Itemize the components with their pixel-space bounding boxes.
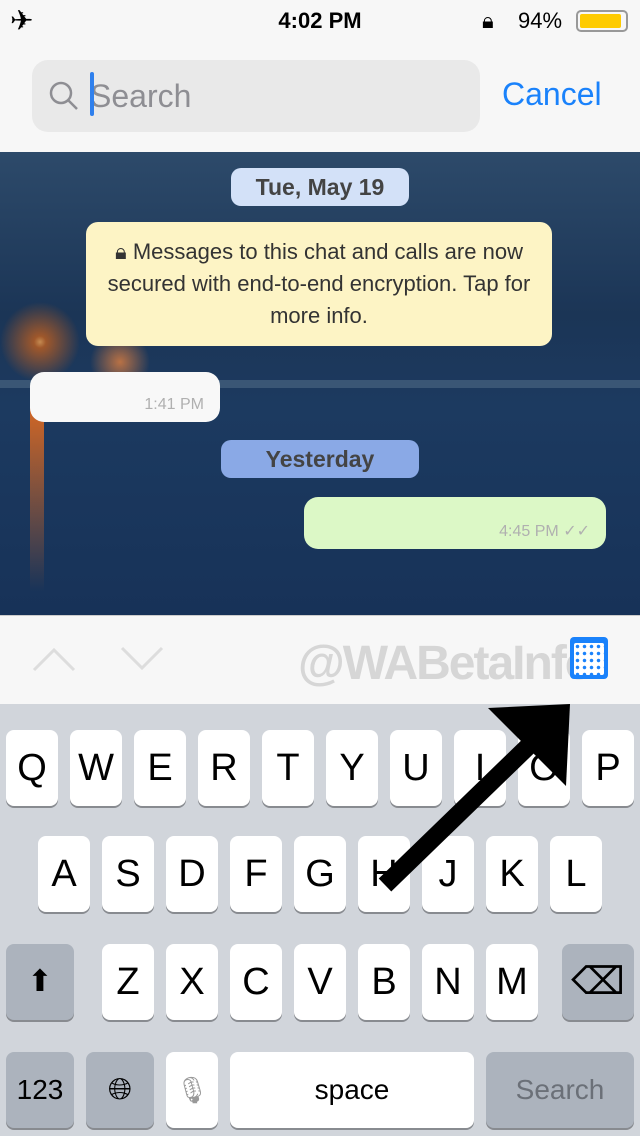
key-c[interactable]: C bbox=[230, 944, 282, 1020]
calendar-icon[interactable] bbox=[570, 637, 608, 679]
key-b[interactable]: B bbox=[358, 944, 410, 1020]
wallpaper-reflection bbox=[30, 392, 44, 592]
key-n[interactable]: N bbox=[422, 944, 474, 1020]
key-m[interactable]: M bbox=[486, 944, 538, 1020]
microphone-icon[interactable]: 🎙︎ bbox=[166, 1052, 218, 1128]
key-x[interactable]: X bbox=[166, 944, 218, 1020]
chevron-down-icon[interactable] bbox=[120, 646, 164, 672]
search-input[interactable] bbox=[90, 74, 460, 118]
lock-icon: 🔒︎ bbox=[115, 239, 133, 264]
key-a[interactable]: A bbox=[38, 836, 90, 912]
key-v[interactable]: V bbox=[294, 944, 346, 1020]
encryption-notice[interactable]: 🔒︎ Messages to this chat and calls are n… bbox=[86, 222, 552, 346]
key-l[interactable]: L bbox=[550, 836, 602, 912]
encryption-text: Messages to this chat and calls are now … bbox=[107, 239, 531, 328]
key-e[interactable]: E bbox=[134, 730, 186, 806]
key-y[interactable]: Y bbox=[326, 730, 378, 806]
key-s[interactable]: S bbox=[102, 836, 154, 912]
rotation-lock-icon: 🔒︎ bbox=[482, 8, 494, 33]
key-g[interactable]: G bbox=[294, 836, 346, 912]
search-icon bbox=[49, 81, 78, 110]
message-time: 4:45 PM bbox=[499, 523, 559, 540]
incoming-message[interactable]: 1:41 PM bbox=[30, 372, 220, 422]
battery-percent: 94% bbox=[518, 8, 563, 33]
keyboard: Q W E R T Y U I O P A S D F G H J K L ⬆ Z X C V B N M ⌫ 123 🌐︎ 🎙︎ space… bbox=[0, 704, 640, 1136]
key-k[interactable]: K bbox=[486, 836, 538, 912]
numbers-key[interactable]: 123 bbox=[6, 1052, 74, 1128]
outgoing-message[interactable]: 4:45 PM ✓✓ bbox=[304, 497, 606, 549]
key-p[interactable]: P bbox=[582, 730, 634, 806]
shift-key[interactable]: ⬆ bbox=[6, 944, 74, 1020]
key-t[interactable]: T bbox=[262, 730, 314, 806]
watermark: @WABetaInfo bbox=[298, 637, 594, 690]
read-ticks-icon: ✓✓ bbox=[563, 523, 590, 540]
key-d[interactable]: D bbox=[166, 836, 218, 912]
key-i[interactable]: I bbox=[454, 730, 506, 806]
key-f[interactable]: F bbox=[230, 836, 282, 912]
battery-icon bbox=[576, 10, 628, 32]
key-j[interactable]: J bbox=[422, 836, 474, 912]
date-header: Tue, May 19 bbox=[231, 168, 409, 206]
cancel-button[interactable]: Cancel bbox=[502, 76, 602, 113]
key-h[interactable]: H bbox=[358, 836, 410, 912]
key-z[interactable]: Z bbox=[102, 944, 154, 1020]
search-key[interactable]: Search bbox=[486, 1052, 634, 1128]
message-meta: 4:45 PM ✓✓ bbox=[499, 521, 590, 541]
date-divider: Yesterday bbox=[221, 440, 419, 478]
key-o[interactable]: O bbox=[518, 730, 570, 806]
space-key[interactable]: space bbox=[230, 1052, 474, 1128]
search-bar[interactable] bbox=[32, 60, 480, 132]
key-u[interactable]: U bbox=[390, 730, 442, 806]
key-q[interactable]: Q bbox=[6, 730, 58, 806]
key-w[interactable]: W bbox=[70, 730, 122, 806]
message-time: 1:41 PM bbox=[144, 396, 204, 413]
chevron-up-icon[interactable] bbox=[32, 646, 76, 672]
text-cursor bbox=[90, 72, 94, 116]
globe-icon[interactable]: 🌐︎ bbox=[86, 1052, 154, 1128]
key-r[interactable]: R bbox=[198, 730, 250, 806]
status-bar: ✈ 4:02 PM 🔒︎ 94% bbox=[0, 0, 640, 40]
delete-key[interactable]: ⌫ bbox=[562, 944, 634, 1020]
